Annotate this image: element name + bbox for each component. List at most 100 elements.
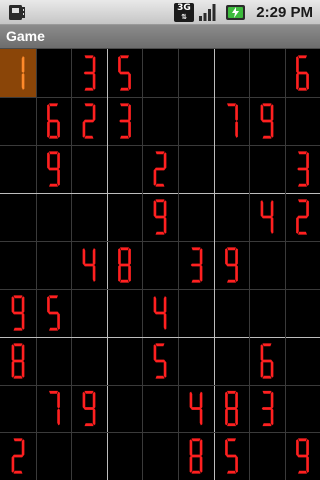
board-cell[interactable] <box>178 49 214 97</box>
board-cell[interactable] <box>249 49 285 97</box>
digit-segment <box>225 439 228 456</box>
board-cell[interactable] <box>249 145 285 193</box>
board-cell[interactable] <box>107 337 142 385</box>
board-cell[interactable] <box>142 241 178 289</box>
board-cell[interactable] <box>36 432 71 480</box>
board-cell[interactable] <box>142 49 178 97</box>
board-cell[interactable]: 2 <box>142 145 178 193</box>
board-cell[interactable] <box>249 432 285 480</box>
board-cell[interactable]: 8 <box>214 385 249 432</box>
digit-segment <box>155 183 165 187</box>
digit-segment <box>13 327 23 331</box>
board-cell[interactable] <box>214 49 249 97</box>
board-cell[interactable]: 3 <box>71 49 107 97</box>
board-cell[interactable] <box>214 289 249 337</box>
board-cell[interactable] <box>71 289 107 337</box>
board-cell[interactable]: 9 <box>142 193 178 241</box>
board-cell[interactable] <box>107 432 142 480</box>
board-cell[interactable] <box>0 385 36 432</box>
board-cell[interactable] <box>0 97 36 145</box>
board-cell[interactable]: 2 <box>0 432 36 480</box>
board-cell[interactable] <box>107 385 142 432</box>
board-cell[interactable] <box>285 289 320 337</box>
board-cell[interactable]: 4 <box>249 193 285 241</box>
board-cell[interactable] <box>36 337 71 385</box>
board-cell[interactable] <box>71 145 107 193</box>
digit-segment <box>92 56 96 73</box>
board-cell[interactable] <box>178 289 214 337</box>
board-cell[interactable] <box>71 432 107 480</box>
board-cell[interactable] <box>285 337 320 385</box>
board-cell[interactable] <box>107 145 142 193</box>
board-cell[interactable] <box>249 241 285 289</box>
board-cell[interactable] <box>142 432 178 480</box>
board-cell[interactable]: 8 <box>178 432 214 480</box>
board-cell[interactable]: 6 <box>249 337 285 385</box>
board-cell[interactable] <box>178 97 214 145</box>
digit-segment <box>92 408 96 426</box>
board-cell[interactable]: 9 <box>249 97 285 145</box>
board-cell[interactable]: 3 <box>107 97 142 145</box>
board-cell[interactable]: 6 <box>36 97 71 145</box>
board-cell[interactable] <box>0 145 36 193</box>
board-cell[interactable]: 9 <box>36 145 71 193</box>
board-cell[interactable] <box>36 193 71 241</box>
board-cell[interactable]: 6 <box>285 49 320 97</box>
board-cell[interactable] <box>36 241 71 289</box>
board-cell[interactable] <box>107 193 142 241</box>
board-cell[interactable]: 9 <box>0 289 36 337</box>
board-cell[interactable]: 7 <box>214 97 249 145</box>
digit-segment <box>227 247 236 251</box>
board-cell[interactable]: 4 <box>142 289 178 337</box>
board-cell[interactable]: 8 <box>0 337 36 385</box>
board-cell[interactable]: 9 <box>71 385 107 432</box>
board-cell[interactable]: 3 <box>178 241 214 289</box>
digit-segment <box>225 408 228 426</box>
board-cell[interactable]: 9 <box>214 241 249 289</box>
board-cell[interactable]: 5 <box>214 432 249 480</box>
digit-segment <box>296 73 299 90</box>
digit-segment <box>84 55 94 59</box>
board-cell[interactable]: 4 <box>178 385 214 432</box>
board-cell[interactable]: 9 <box>285 432 320 480</box>
board-cell[interactable]: 2 <box>71 97 107 145</box>
digit-segment <box>297 454 308 458</box>
digit-segment <box>297 71 308 75</box>
board-cell[interactable] <box>249 289 285 337</box>
digit-segment <box>120 103 129 107</box>
digit-segment <box>262 103 272 107</box>
board-cell[interactable] <box>0 241 36 289</box>
board-cell[interactable]: 5 <box>107 49 142 97</box>
board-cell[interactable] <box>214 145 249 193</box>
board-cell[interactable]: 7 <box>36 385 71 432</box>
digit-segment <box>154 311 166 315</box>
board-cell[interactable] <box>214 193 249 241</box>
board-cell[interactable] <box>178 145 214 193</box>
board-cell[interactable] <box>178 337 214 385</box>
digit-segment <box>191 247 201 251</box>
board-cell[interactable] <box>142 97 178 145</box>
digit-segment <box>306 169 309 186</box>
board-cell[interactable]: 3 <box>249 385 285 432</box>
board-cell[interactable] <box>107 289 142 337</box>
board-cell[interactable] <box>285 97 320 145</box>
board-cell[interactable] <box>36 49 71 97</box>
board-cell[interactable] <box>71 193 107 241</box>
digit-segment <box>199 265 203 282</box>
digit-segment <box>84 87 94 91</box>
board-cell[interactable]: 5 <box>36 289 71 337</box>
board-cell[interactable] <box>0 193 36 241</box>
board-cell[interactable] <box>285 385 320 432</box>
board-cell[interactable]: 5 <box>142 337 178 385</box>
board-cell[interactable]: 2 <box>285 193 320 241</box>
board-cell[interactable] <box>71 337 107 385</box>
board-cell[interactable]: 1 <box>0 49 36 97</box>
seven-segment-digit <box>118 247 131 283</box>
board-cell[interactable] <box>285 241 320 289</box>
board-cell[interactable]: 3 <box>285 145 320 193</box>
board-cell[interactable]: 8 <box>107 241 142 289</box>
board-cell[interactable] <box>142 385 178 432</box>
board-cell[interactable]: 4 <box>71 241 107 289</box>
board-cell[interactable] <box>178 193 214 241</box>
board-cell[interactable] <box>214 337 249 385</box>
